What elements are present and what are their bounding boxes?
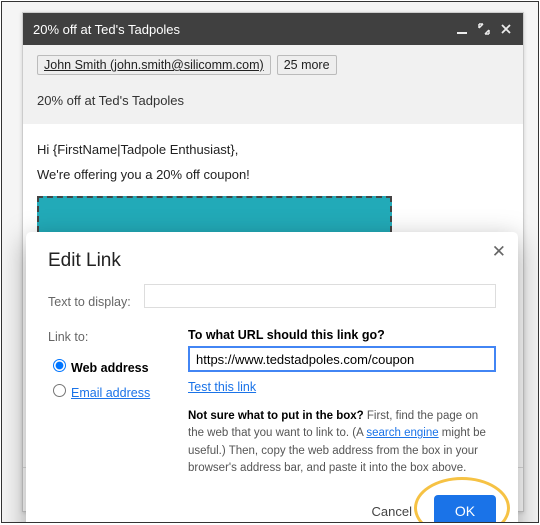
- radio-web-address[interactable]: Web address: [48, 356, 158, 375]
- link-to-label: Link to:: [48, 330, 158, 344]
- ok-button[interactable]: OK: [434, 495, 496, 523]
- compose-subject[interactable]: 20% off at Ted's Tadpoles: [37, 85, 509, 114]
- minimize-icon[interactable]: [455, 22, 469, 36]
- cancel-button[interactable]: Cancel: [366, 503, 418, 520]
- compose-title: 20% off at Ted's Tadpoles: [33, 22, 447, 37]
- compose-titlebar: 20% off at Ted's Tadpoles: [23, 13, 523, 45]
- url-input[interactable]: [188, 346, 496, 372]
- dialog-close-icon[interactable]: ✕: [492, 242, 506, 262]
- radio-email-address[interactable]: Email address: [48, 381, 158, 400]
- text-display-label: Text to display:: [48, 295, 134, 309]
- body-greeting: Hi {FirstName|Tadpole Enthusiast},: [37, 142, 509, 157]
- test-link[interactable]: Test this link: [188, 380, 256, 394]
- radio-web-input[interactable]: [53, 359, 66, 372]
- url-question-label: To what URL should this link go?: [188, 328, 496, 342]
- more-recipients-chip[interactable]: 25 more: [277, 55, 337, 75]
- edit-link-dialog: ✕ Edit Link Text to display: Link to: We…: [26, 232, 518, 523]
- help-text: Not sure what to put in the box? First, …: [188, 408, 496, 477]
- text-display-input[interactable]: [144, 284, 496, 308]
- close-icon[interactable]: [499, 22, 513, 36]
- radio-email-input[interactable]: [53, 384, 66, 397]
- recipient-chip[interactable]: John Smith (john.smith@silicomm.com): [37, 55, 271, 75]
- dialog-title: Edit Link: [48, 250, 496, 272]
- expand-icon[interactable]: [477, 22, 491, 36]
- compose-recipients-area: John Smith (john.smith@silicomm.com) 25 …: [23, 45, 523, 124]
- body-text: We're offering you a 20% off coupon!: [37, 167, 509, 182]
- search-engine-link[interactable]: search engine: [366, 427, 438, 439]
